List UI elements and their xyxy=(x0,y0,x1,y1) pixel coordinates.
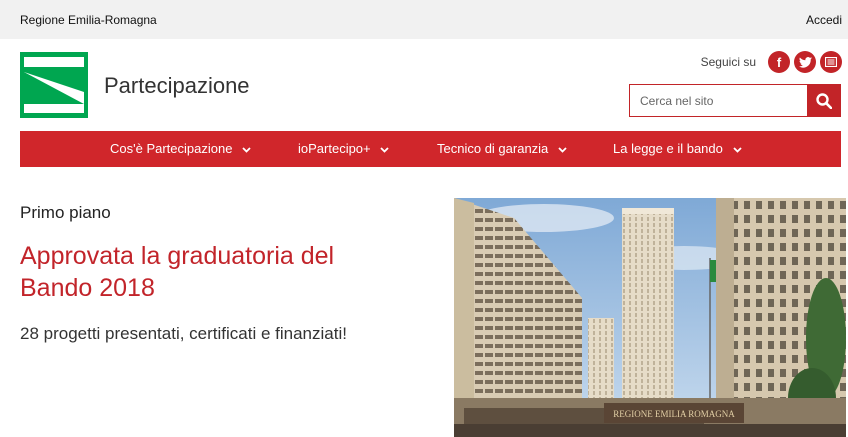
headline-subtitle: 28 progetti presentati, certificati e fi… xyxy=(20,324,347,343)
follow-label: Seguici su xyxy=(700,55,756,69)
search-input[interactable] xyxy=(629,84,807,117)
region-logo[interactable] xyxy=(20,52,88,118)
site-title[interactable]: Partecipazione xyxy=(104,73,250,99)
search-button[interactable] xyxy=(807,84,841,117)
chevron-down-icon xyxy=(732,146,742,153)
twitter-icon[interactable] xyxy=(794,51,816,73)
region-link[interactable]: Regione Emilia-Romagna xyxy=(20,13,157,27)
section-kicker: Primo piano xyxy=(20,203,111,222)
nav-item-label: Tecnico di garanzia xyxy=(437,141,549,156)
login-link[interactable]: Accedi xyxy=(806,13,842,27)
featured-photo[interactable]: REGIONE EMILIA ROMAGNA xyxy=(454,198,846,437)
nav-item-la-legge-e-il-bando[interactable]: La legge e il bando xyxy=(613,131,742,167)
search-icon xyxy=(816,92,832,109)
nav-item-cos-e-partecipazione[interactable]: Cos'è Partecipazione xyxy=(110,131,251,167)
search-bar xyxy=(629,84,841,117)
chevron-down-icon xyxy=(242,146,251,153)
nav-item-label: La legge e il bando xyxy=(613,141,723,156)
nav-item-label: ioPartecipo+ xyxy=(298,141,371,156)
social-links: Seguici su f xyxy=(701,51,842,73)
nav-item-iopartecipo[interactable]: ioPartecipo+ xyxy=(298,131,389,167)
main-nav: Cos'è Partecipazione ioPartecipo+ Tecnic… xyxy=(20,131,841,167)
facebook-icon[interactable]: f xyxy=(768,51,790,73)
nav-item-tecnico-di-garanzia[interactable]: Tecnico di garanzia xyxy=(437,131,567,167)
top-bar: Regione Emilia-Romagna Accedi xyxy=(0,0,848,39)
nav-item-label: Cos'è Partecipazione xyxy=(110,141,233,156)
photo-sign-text: REGIONE EMILIA ROMAGNA xyxy=(613,409,735,419)
headline-link[interactable]: Approvata la graduatoria del Bando 2018 xyxy=(20,240,410,304)
chevron-down-icon xyxy=(380,146,389,153)
newsletter-icon[interactable] xyxy=(820,51,842,73)
chevron-down-icon xyxy=(558,146,567,153)
